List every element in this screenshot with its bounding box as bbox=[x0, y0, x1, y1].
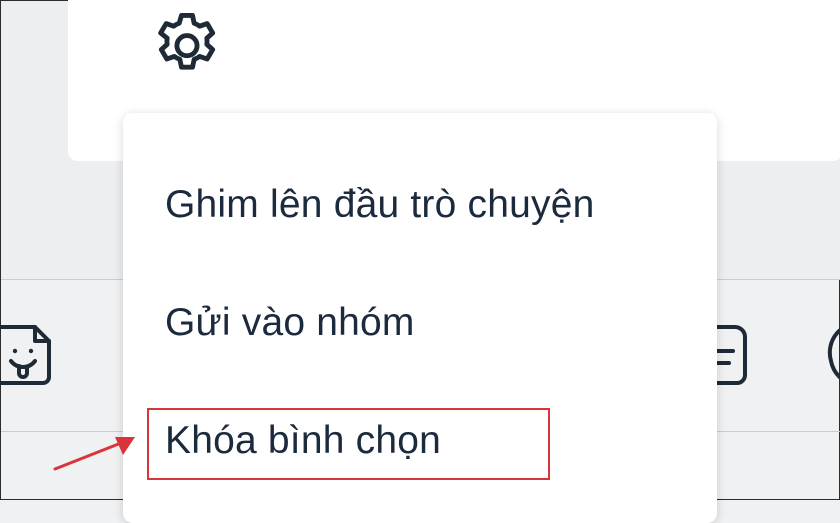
gear-icon[interactable] bbox=[148, 7, 226, 85]
highlight-box bbox=[147, 408, 550, 480]
clock-icon[interactable] bbox=[817, 311, 840, 395]
menu-item-send-to-group[interactable]: Gửi vào nhóm bbox=[165, 301, 415, 345]
app-screen: Ghim lên đầu trò chuyện Gửi vào nhóm Khó… bbox=[0, 0, 840, 523]
menu-item-pin-to-top[interactable]: Ghim lên đầu trò chuyện bbox=[165, 183, 595, 227]
sticker-icon[interactable] bbox=[0, 319, 55, 391]
arrow-icon bbox=[53, 437, 135, 471]
